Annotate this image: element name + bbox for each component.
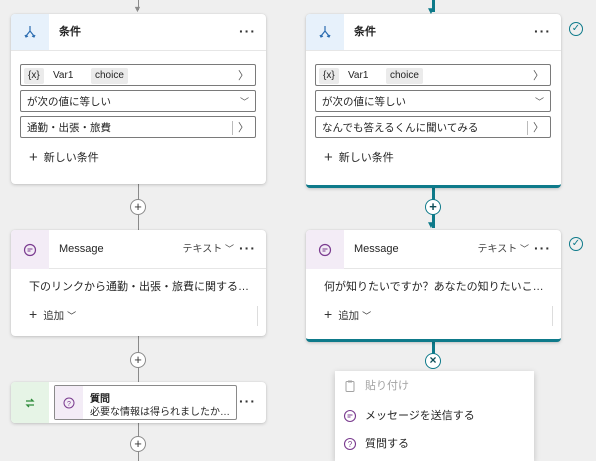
paste-icon: [343, 379, 357, 393]
variable-name: Var1: [348, 70, 369, 81]
add-node-menu: 貼り付け メッセージを送信する ? 質問する: [335, 371, 534, 461]
message-card-left[interactable]: Message テキスト ﹀ ··· 下のリンクから通勤・出張・旅費に関する… …: [11, 230, 266, 336]
operator-select[interactable]: が次の値に等しい ﹀: [20, 90, 256, 112]
svg-text:?: ?: [348, 440, 353, 449]
question-text: 必要な情報は得られましたか…: [90, 407, 230, 418]
chevron-right-icon[interactable]: 〉: [533, 117, 544, 139]
plus-icon: +: [29, 149, 38, 166]
chevron-down-icon: ﹀: [362, 311, 372, 321]
menu-item-ask-question[interactable]: ? 質問する: [343, 435, 409, 453]
value-text: なんでも答えるくんに聞いてみる: [322, 122, 479, 134]
card-header: Message テキスト ﹀ ···: [306, 230, 561, 269]
add-label: 追加: [338, 310, 360, 322]
add-condition-label: 新しい条件: [338, 152, 394, 164]
type-label: テキスト: [477, 244, 518, 255]
divider: [232, 121, 233, 135]
branch-icon: [11, 14, 49, 50]
variable-type: choice: [386, 68, 423, 84]
plus-icon: +: [324, 149, 333, 166]
add-label: 追加: [43, 310, 65, 322]
value-input[interactable]: なんでも答えるくんに聞いてみる 〉: [315, 116, 551, 138]
plus-icon: +: [324, 306, 333, 322]
chat-bubble-icon: [11, 230, 49, 269]
add-content-button[interactable]: + 追加 ﹀: [324, 306, 371, 323]
question-bubble-icon: ?: [55, 386, 83, 419]
operator-select[interactable]: が次の値に等しい ﹀: [315, 90, 551, 112]
card-title: 条件: [59, 26, 81, 38]
card-header: 条件 ···: [11, 14, 266, 51]
more-options-button[interactable]: ···: [239, 230, 256, 266]
card-title: Message: [354, 243, 399, 255]
add-content-button[interactable]: + 追加 ﹀: [29, 306, 76, 323]
variable-icon: {x}: [319, 68, 339, 84]
card-title: Message: [59, 243, 104, 255]
message-icon: [343, 409, 357, 423]
arrow-down-icon: ▼: [133, 4, 142, 14]
close-menu-button[interactable]: ×: [425, 353, 441, 369]
chevron-down-icon: ﹀: [534, 97, 544, 107]
divider: [527, 121, 528, 135]
chevron-down-icon: ﹀: [239, 97, 249, 107]
variable-type: choice: [91, 68, 128, 84]
add-node-button[interactable]: +: [130, 352, 146, 368]
variable-select[interactable]: {x} Var1 choice 〉: [315, 64, 551, 86]
message-card-right[interactable]: Message テキスト ﹀ ··· 何が知りたいですか？あなたの知りたいこ… …: [306, 230, 561, 342]
menu-item-paste[interactable]: 貼り付け: [343, 377, 409, 395]
chevron-down-icon: ﹀: [519, 244, 529, 254]
variable-icon: {x}: [24, 68, 44, 84]
operator-value: が次の値に等しい: [322, 96, 406, 108]
message-text[interactable]: 下のリンクから通勤・出張・旅費に関する…: [29, 278, 254, 294]
add-condition-button[interactable]: + 新しい条件: [29, 149, 99, 166]
menu-item-send-message[interactable]: メッセージを送信する: [343, 407, 475, 425]
more-options-button[interactable]: ···: [239, 382, 256, 420]
divider: [552, 306, 553, 326]
branch-icon: [306, 14, 344, 50]
value-input[interactable]: 通勤・出張・旅費 〉: [20, 116, 256, 138]
svg-text:?: ?: [67, 401, 71, 408]
more-options-button[interactable]: ···: [534, 230, 551, 266]
operator-value: が次の値に等しい: [27, 96, 111, 108]
add-condition-label: 新しい条件: [43, 152, 99, 164]
chevron-right-icon: 〉: [533, 70, 544, 82]
variable-select[interactable]: {x} Var1 choice 〉: [20, 64, 256, 86]
chevron-right-icon: 〉: [238, 70, 249, 82]
condition-card-left[interactable]: 条件 ··· {x} Var1 choice 〉 が次の値に等しい ﹀ 通勤・出…: [11, 14, 266, 184]
more-options-button[interactable]: ···: [534, 14, 551, 48]
card-header: 条件 ···: [306, 14, 561, 51]
chevron-down-icon: ﹀: [224, 244, 234, 254]
chat-bubble-icon: [306, 230, 344, 269]
variable-name: Var1: [53, 70, 74, 81]
question-icon: ?: [343, 437, 357, 451]
type-dropdown[interactable]: テキスト ﹀: [478, 230, 530, 269]
plus-icon: +: [29, 306, 38, 322]
chevron-down-icon: ﹀: [67, 311, 77, 321]
menu-item-label: メッセージを送信する: [365, 410, 475, 422]
question-node-icon: [11, 382, 49, 423]
add-node-button[interactable]: +: [130, 436, 146, 452]
value-text: 通勤・出張・旅費: [27, 122, 111, 134]
card-header: Message テキスト ﹀ ···: [11, 230, 266, 269]
check-circle-icon: ✓: [569, 237, 583, 251]
add-condition-button[interactable]: + 新しい条件: [324, 149, 394, 166]
question-preview[interactable]: ? 質問 必要な情報は得られましたか…: [54, 385, 237, 420]
add-node-button[interactable]: +: [130, 199, 146, 215]
chevron-right-icon[interactable]: 〉: [238, 117, 249, 139]
type-label: テキスト: [182, 244, 223, 255]
menu-item-label: 質問する: [365, 438, 409, 450]
check-circle-icon: ✓: [569, 22, 583, 36]
more-options-button[interactable]: ···: [239, 14, 256, 48]
add-node-button[interactable]: +: [425, 199, 441, 215]
card-title: 条件: [354, 26, 376, 38]
message-text[interactable]: 何が知りたいですか？あなたの知りたいこ…: [324, 278, 549, 294]
menu-item-label: 貼り付け: [365, 380, 409, 392]
divider: [257, 306, 258, 326]
type-dropdown[interactable]: テキスト ﹀: [183, 230, 235, 269]
question-card[interactable]: ? 質問 必要な情報は得られましたか… ···: [11, 382, 266, 423]
condition-card-right[interactable]: 条件 ··· {x} Var1 choice 〉 が次の値に等しい ﹀ なんでも…: [306, 14, 561, 188]
